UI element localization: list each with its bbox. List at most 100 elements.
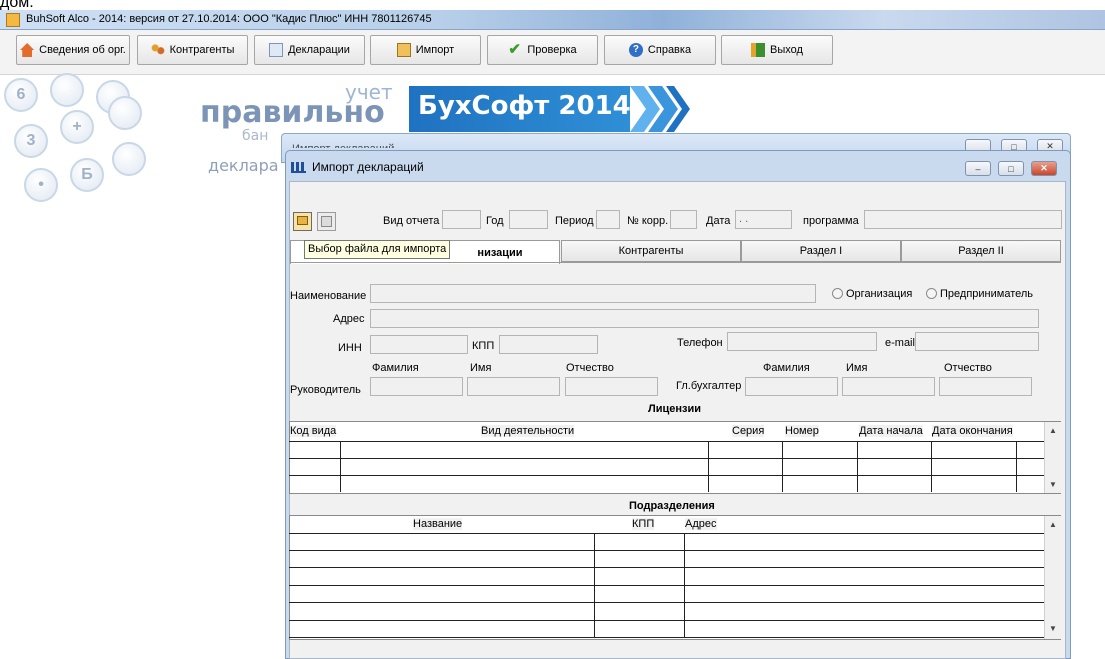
scroll-down-icon[interactable]: ▼ [1049, 480, 1057, 489]
subdivisions-row-divider [289, 585, 1044, 586]
report-type-label: Вид отчета [383, 215, 440, 227]
subdivisions-title: Подразделения [629, 500, 715, 512]
period-label: Период [555, 215, 594, 227]
tab-section-1[interactable]: Раздел I [741, 240, 901, 262]
subdivisions-col-divider [594, 533, 595, 638]
tab-divider [290, 262, 1061, 263]
help-button[interactable]: ? Справка [604, 35, 716, 65]
kpp-field[interactable] [499, 335, 598, 354]
licenses-col-divider [931, 441, 932, 492]
accountant-lastname-label: Фамилия [763, 362, 810, 374]
calculator-key-decoration: Б [70, 158, 104, 192]
licenses-col-series: Серия [732, 425, 765, 437]
contractors-button[interactable]: Контрагенты [137, 35, 248, 65]
subdivisions-row-divider [289, 567, 1044, 568]
accountant-patronymic-field[interactable] [939, 377, 1032, 396]
licenses-col-start-date: Дата начала [859, 425, 923, 437]
accountant-firstname-field[interactable] [842, 377, 935, 396]
contacts-icon [150, 43, 165, 57]
calculator-key-decoration [50, 73, 84, 107]
accountant-firstname-label: Имя [846, 362, 868, 374]
subdivisions-row-divider [289, 637, 1044, 638]
banner-word-pravilno: правильно [200, 95, 385, 130]
tooltip-select-file: Выбор файла для импорта [304, 240, 451, 259]
save-button[interactable] [317, 212, 336, 231]
name-field[interactable] [370, 284, 816, 303]
help-icon: ? [628, 43, 643, 57]
date-field[interactable]: . . [735, 210, 792, 229]
licenses-col-activity: Вид деятельности [481, 425, 575, 437]
program-label: программа [803, 215, 859, 227]
check-label: Проверка [527, 44, 577, 56]
app-icon [6, 13, 20, 27]
accountant-lastname-field[interactable] [745, 377, 838, 396]
calculator-key-decoration [112, 142, 146, 176]
exit-button[interactable]: Выход [721, 35, 833, 65]
licenses-title: Лицензии [648, 403, 701, 415]
program-field[interactable] [864, 210, 1062, 229]
check-button[interactable]: ✔ Проверка [487, 35, 598, 65]
banner-title: БухСофт 2014 [418, 91, 631, 121]
scroll-up-icon[interactable]: ▲ [1049, 426, 1057, 435]
correction-field[interactable] [670, 210, 697, 229]
name-label: Наименование [290, 290, 367, 302]
help-label: Справка [647, 44, 692, 56]
subdivisions-scrollbar[interactable] [1044, 516, 1061, 639]
close-button[interactable]: ✕ [1031, 161, 1057, 176]
email-field[interactable] [915, 332, 1039, 351]
exit-icon [751, 43, 766, 57]
radio-entrepreneur-label: Предприниматель [940, 288, 1034, 300]
org-info-button[interactable]: Сведения об орг. [16, 35, 130, 65]
tab-section-1-label: Раздел I [799, 245, 843, 257]
subdivisions-row-divider [289, 550, 1044, 551]
radio-entrepreneur[interactable] [926, 288, 937, 299]
subdivisions-col-kpp: КПП [632, 518, 655, 530]
correction-label: № корр. [627, 215, 669, 227]
address-field[interactable] [370, 309, 1039, 328]
dialog-icon [291, 162, 306, 173]
tab-contractors-label: Контрагенты [618, 245, 684, 257]
period-field[interactable] [596, 210, 620, 229]
licenses-col-divider [782, 441, 783, 492]
import-button[interactable]: Импорт [370, 35, 481, 65]
report-type-field[interactable] [442, 210, 481, 229]
calculator-key-decoration: + [60, 110, 94, 144]
banner-arrows-icon [630, 86, 690, 132]
folder-icon [297, 216, 308, 225]
subdivisions-col-divider [684, 533, 685, 638]
year-field[interactable] [509, 210, 548, 229]
tab-section-2[interactable]: Раздел II [901, 240, 1061, 262]
radio-organization-label: Организация [846, 288, 913, 300]
declarations-button[interactable]: Декларации [254, 35, 365, 65]
director-lastname-field[interactable] [370, 377, 463, 396]
import-label: Импорт [415, 44, 455, 56]
app-title: BuhSoft Alco - 2014: версия от 27.10.201… [26, 13, 432, 25]
inn-field[interactable] [370, 335, 468, 354]
licenses-col-divider [340, 441, 341, 492]
director-firstname-field[interactable] [467, 377, 560, 396]
subdivisions-row-divider [289, 620, 1044, 621]
tab-organization-label: низации [477, 246, 523, 259]
director-lastname-label: Фамилия [372, 362, 419, 374]
licenses-col-divider [1016, 441, 1017, 492]
declarations-label: Декларации [288, 44, 350, 56]
calculator-key-decoration [108, 96, 142, 130]
director-patronymic-field[interactable] [565, 377, 658, 396]
inn-label: ИНН [338, 342, 362, 354]
licenses-col-number: Номер [785, 425, 819, 437]
phone-field[interactable] [727, 332, 877, 351]
scroll-up-icon[interactable]: ▲ [1049, 520, 1057, 529]
radio-organization[interactable] [832, 288, 843, 299]
address-label: Адрес [333, 313, 365, 325]
scroll-down-icon[interactable]: ▼ [1049, 624, 1057, 633]
open-file-button[interactable] [293, 212, 312, 231]
phone-label: Телефон [677, 337, 723, 349]
minimize-button[interactable]: – [965, 161, 991, 176]
licenses-col-divider [708, 441, 709, 492]
licenses-col-code: Код вида [290, 425, 337, 437]
exit-label: Выход [770, 44, 803, 56]
director-label: Руководитель [290, 384, 361, 396]
director-patronymic-label: Отчество [566, 362, 614, 374]
maximize-button[interactable]: □ [998, 161, 1024, 176]
tab-contractors[interactable]: Контрагенты [561, 240, 741, 262]
